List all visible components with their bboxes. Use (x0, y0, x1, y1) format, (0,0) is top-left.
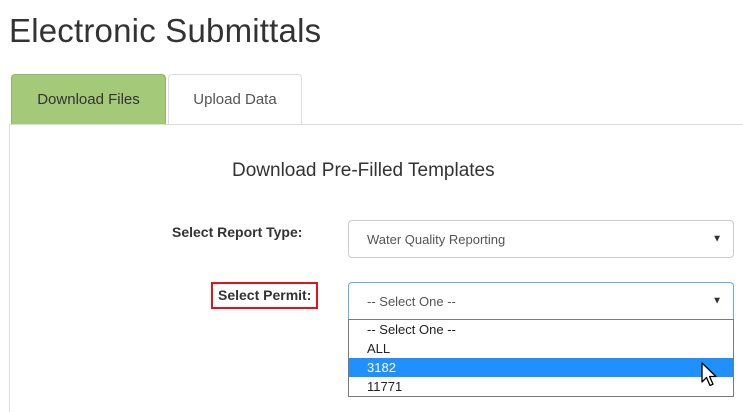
report-type-label: Select Report Type: (172, 224, 303, 240)
permit-label: Select Permit: (211, 282, 319, 309)
permit-value: -- Select One -- (367, 293, 456, 309)
permit-label-text: Select Permit: (218, 287, 312, 303)
caret-down-icon: ▼ (712, 295, 722, 307)
section-heading: Download Pre-Filled Templates (232, 160, 495, 181)
permit-option-3182[interactable]: 3182 (349, 358, 733, 377)
report-type-select[interactable]: Water Quality Reporting ▼ (348, 220, 734, 258)
permit-option-select-one[interactable]: -- Select One -- (349, 320, 733, 339)
tab-upload-data[interactable]: Upload Data (168, 74, 302, 124)
tab-download-files[interactable]: Download Files (11, 74, 166, 124)
report-type-value: Water Quality Reporting (367, 231, 506, 247)
page-title: Electronic Submittals (9, 12, 322, 49)
permit-select[interactable]: -- Select One -- ▼ (348, 282, 734, 320)
mouse-pointer-icon (701, 362, 717, 387)
permit-dropdown-list: -- Select One -- ALL 3182 11771 (348, 319, 734, 397)
permit-option-all[interactable]: ALL (349, 339, 733, 358)
permit-option-11771[interactable]: 11771 (349, 377, 733, 396)
caret-down-icon: ▼ (712, 233, 722, 245)
